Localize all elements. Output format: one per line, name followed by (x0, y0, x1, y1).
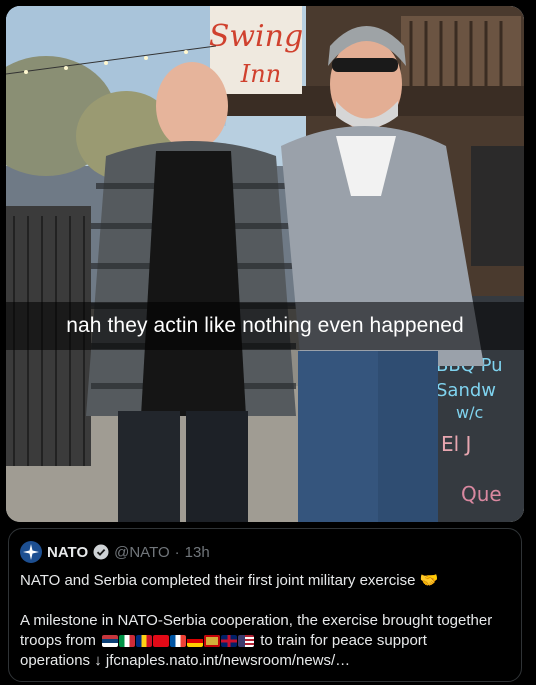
compass-star-icon (23, 544, 39, 560)
italy-flag-icon (119, 635, 136, 647)
montenegro-flag-icon (204, 635, 221, 647)
turkey-flag-icon (153, 635, 170, 647)
flag-row (102, 635, 255, 647)
board-text-4: El J (441, 432, 471, 456)
sign-text-2: Inn (240, 60, 281, 88)
france-flag-icon (170, 635, 187, 647)
germany-flag-icon (187, 635, 204, 647)
board-text-5: Que (461, 482, 502, 506)
verified-badge-icon (93, 544, 109, 560)
meta-separator: · (174, 543, 180, 561)
photo-scene: Swing Inn BBQ Pu Sandw w/c El J Que (6, 6, 524, 522)
serbia-flag-icon (102, 635, 119, 647)
quoted-post-text: NATO and Serbia completed their first jo… (20, 571, 514, 671)
nato-avatar[interactable] (20, 541, 42, 563)
post-photo[interactable]: Swing Inn BBQ Pu Sandw w/c El J Que (6, 6, 524, 522)
post-body-line-3[interactable]: operations ↓ jfcnaples.nato.int/newsroom… (20, 651, 514, 671)
post-body-line-2: troops from to train for peace support (20, 631, 514, 651)
sign-text-1: Swing (209, 19, 303, 54)
post-time[interactable]: 13h (185, 544, 210, 561)
quoted-post-header: NATO @NATO · 13h (20, 541, 210, 563)
author-handle[interactable]: @NATO (114, 544, 170, 561)
troops-from-text: troops from (20, 632, 96, 649)
author-name[interactable]: NATO (47, 544, 88, 561)
board-text-2: Sandw (436, 380, 496, 401)
caption-bar: nah they actin like nothing even happene… (6, 302, 524, 350)
uk-flag-icon (221, 635, 238, 647)
caption-text: nah they actin like nothing even happene… (66, 314, 464, 337)
quoted-post-card[interactable]: NATO @NATO · 13h NATO and Serbia complet… (8, 528, 522, 682)
usa-flag-icon (238, 635, 255, 647)
romania-flag-icon (136, 635, 153, 647)
post-body-line-1: A milestone in NATO-Serbia cooperation, … (20, 612, 493, 629)
board-text-3: w/c (456, 403, 483, 422)
post-headline: NATO and Serbia completed their first jo… (20, 572, 439, 589)
train-text: to train for peace support (260, 632, 427, 649)
